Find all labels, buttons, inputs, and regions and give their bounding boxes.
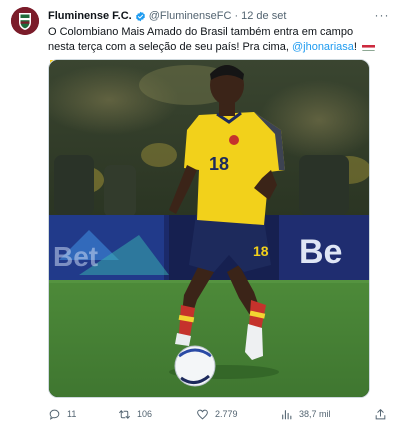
repost-button[interactable]: 106 (118, 405, 152, 423)
views-count: 38,7 mil (299, 409, 331, 419)
shorts-number: 18 (253, 243, 269, 259)
board-text-right: Be (299, 233, 342, 271)
handle[interactable]: @FluminenseFC (149, 10, 232, 22)
like-button[interactable]: 2.779 (196, 405, 238, 423)
fluminense-crest-icon (11, 7, 39, 35)
reply-button[interactable]: 11 (48, 405, 76, 423)
tweet-date[interactable]: 12 de set (241, 10, 286, 22)
views-button[interactable]: 38,7 mil (280, 405, 331, 423)
verified-badge-icon (135, 11, 145, 21)
views-chart-icon (282, 409, 292, 419)
reply-icon (49, 409, 60, 420)
tweet[interactable]: Fluminense F.C. @FluminenseFC · 12 de se… (0, 0, 402, 428)
jersey-number: 18 (209, 154, 229, 174)
brazil-hungary-flag-icon (362, 43, 376, 51)
tweet-text-end: ! (353, 41, 357, 53)
tweet-header: Fluminense F.C. @FluminenseFC · 12 de se… (48, 8, 372, 24)
share-button[interactable] (374, 405, 387, 423)
avatar[interactable] (11, 7, 39, 35)
heart-icon (197, 409, 208, 419)
tweet-photo[interactable]: Be Bet 18 18 (48, 59, 370, 398)
repost-count: 106 (137, 409, 153, 419)
repost-icon (119, 409, 130, 419)
board-text-left: Bet (53, 241, 98, 272)
display-name[interactable]: Fluminense F.C. (48, 10, 132, 22)
reply-count: 11 (67, 409, 77, 419)
tweet-actions: 11 106 2.779 38,7 mil (48, 405, 390, 423)
mention-link[interactable]: @jhonariasa (292, 41, 354, 53)
separator-dot: · (234, 10, 239, 22)
share-icon (375, 408, 386, 419)
like-count: 2.779 (215, 409, 238, 419)
player-photo: Be Bet 18 18 (49, 60, 369, 397)
more-options-icon[interactable]: ··· (374, 8, 390, 22)
